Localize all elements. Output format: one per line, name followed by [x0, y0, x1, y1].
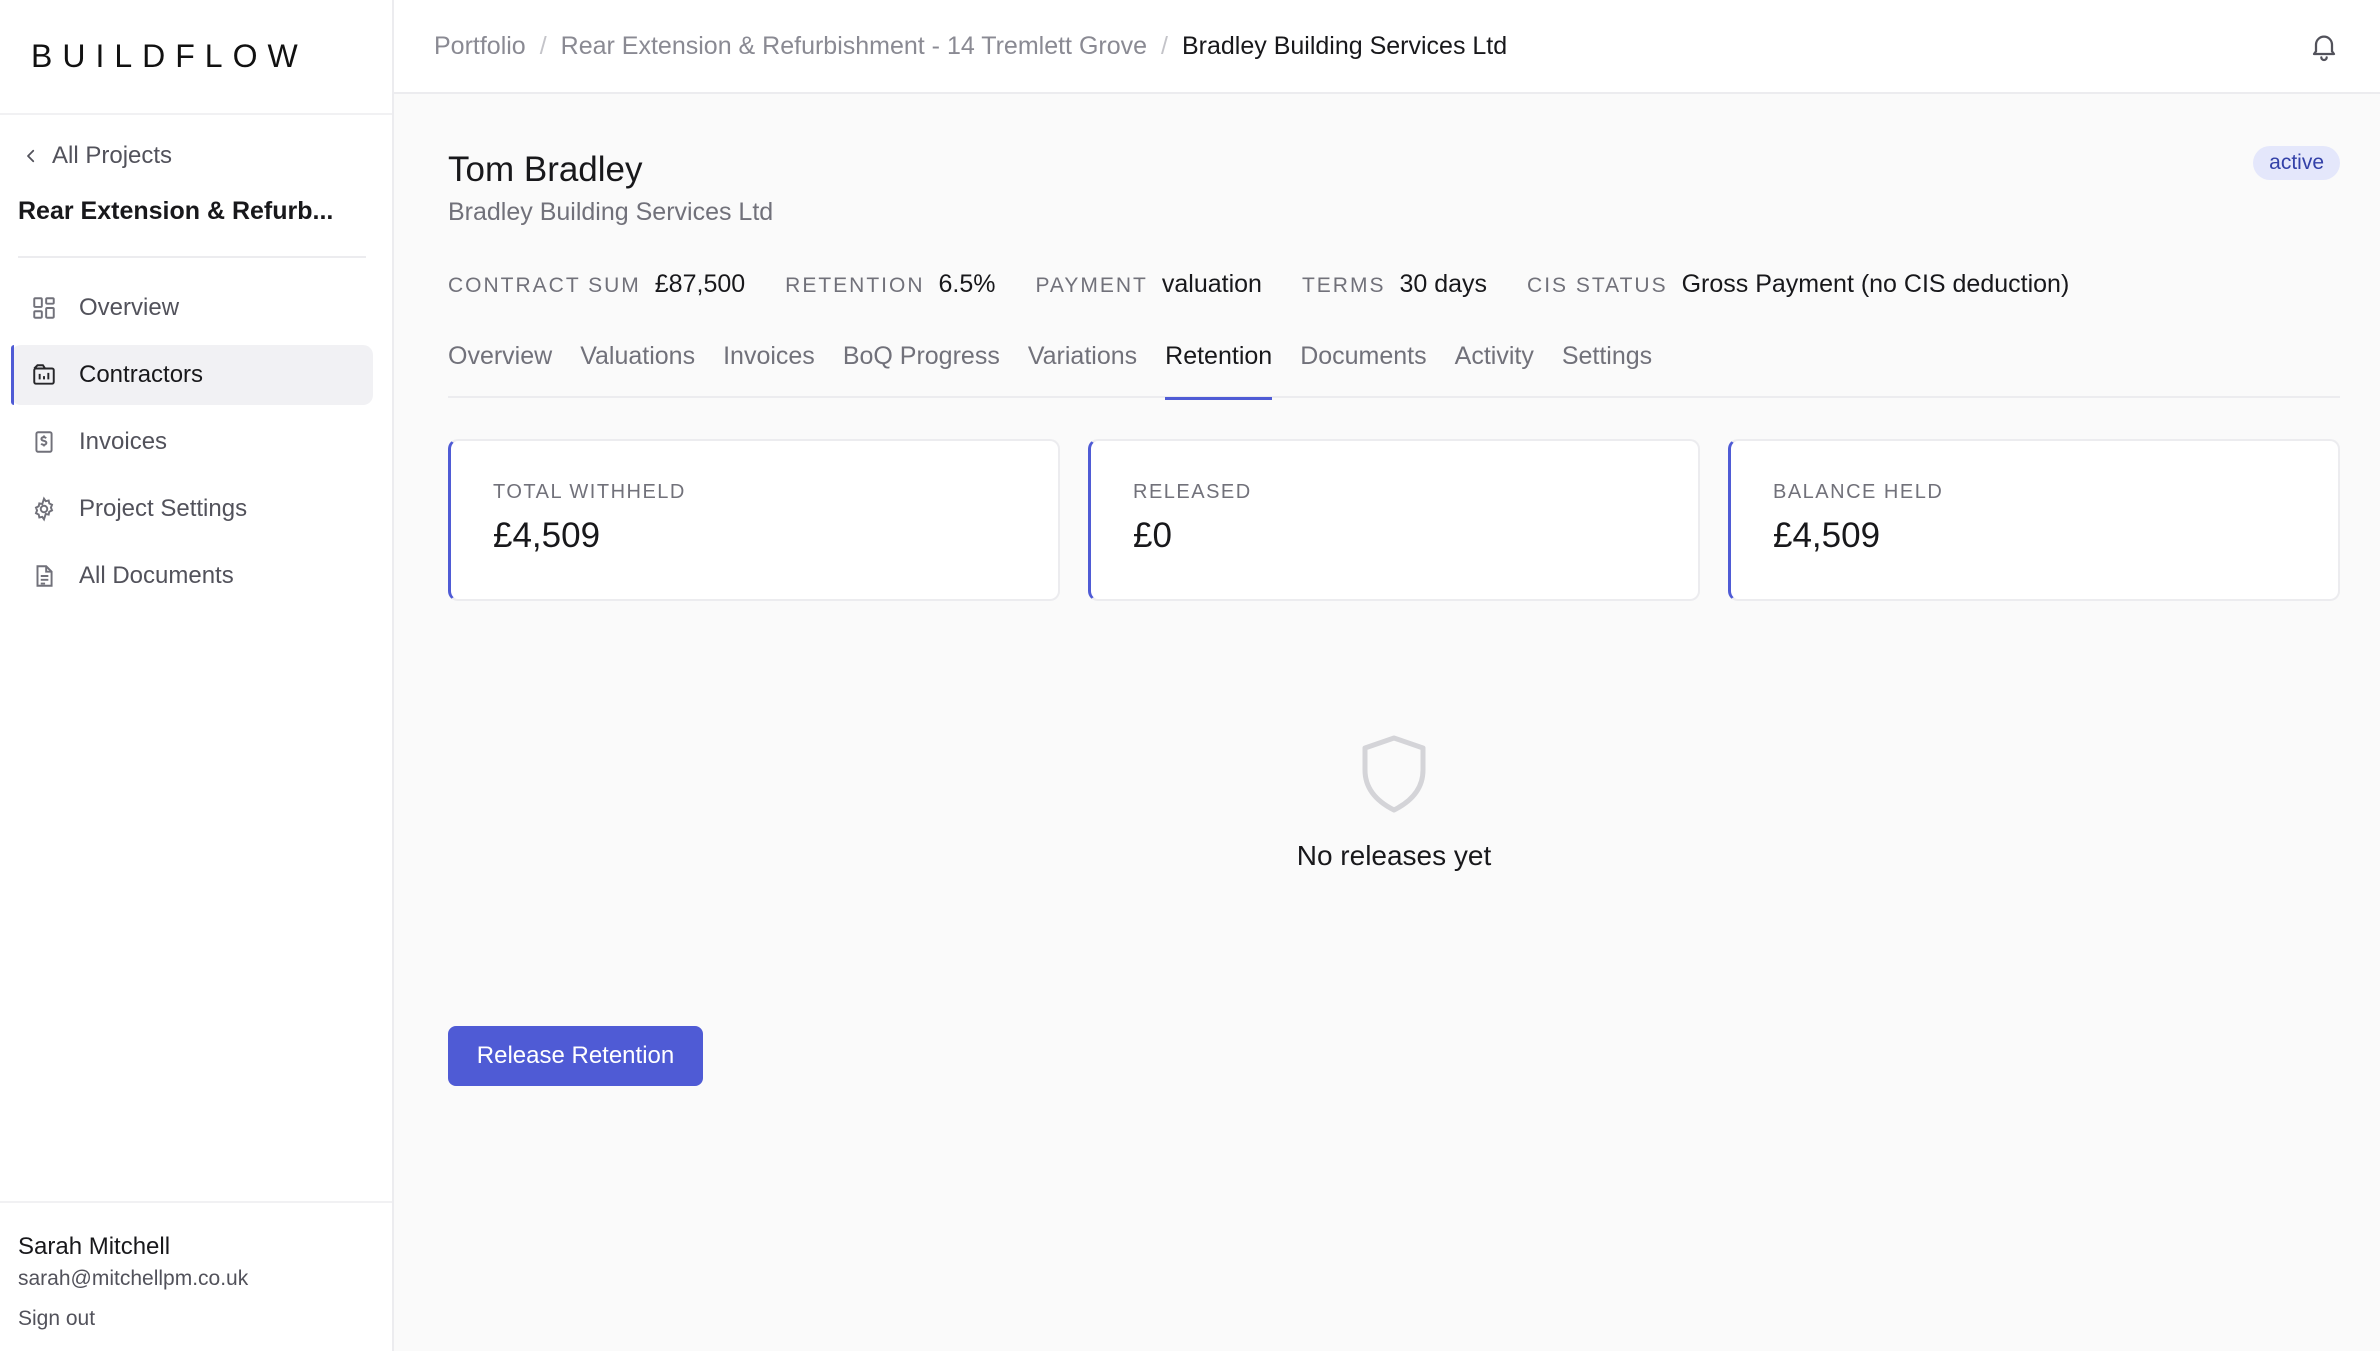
bell-icon[interactable] — [2308, 30, 2340, 62]
project-name: Rear Extension & Refurb... — [18, 197, 334, 225]
page-subtitle: Bradley Building Services Ltd — [448, 198, 774, 226]
meta-cis-status: CIS STATUS Gross Payment (no CIS deducti… — [1527, 270, 2069, 299]
contractor-tabs: Overview Valuations Invoices BoQ Progres… — [448, 342, 2340, 400]
sidebar-item-all-documents[interactable]: All Documents — [11, 546, 373, 606]
tab-activity[interactable]: Activity — [1455, 342, 1534, 398]
sidebar-item-label: All Documents — [79, 562, 234, 589]
tab-overview[interactable]: Overview — [448, 342, 552, 398]
card-value: £0 — [1133, 516, 1172, 555]
sidebar-item-project-settings[interactable]: Project Settings — [11, 479, 373, 539]
page-title: Tom Bradley — [448, 150, 643, 189]
retention-summary-cards: TOTAL WITHHELD £4,509 RELEASED £0 BALANC… — [448, 439, 2340, 601]
meta-value: 30 days — [1399, 270, 1488, 298]
card-released: RELEASED £0 — [1088, 439, 1700, 601]
status-badge: active — [2253, 146, 2340, 180]
meta-contract-sum: CONTRACT SUM £87,500 — [448, 270, 745, 299]
sidebar-item-label: Invoices — [79, 428, 168, 455]
grid-icon — [33, 297, 55, 319]
tab-valuations[interactable]: Valuations — [580, 342, 695, 398]
meta-retention: RETENTION 6.5% — [785, 270, 995, 299]
tab-retention[interactable]: Retention — [1165, 342, 1273, 400]
back-link-label: All Projects — [52, 142, 173, 169]
sign-out-link[interactable]: Sign out — [18, 1307, 95, 1331]
breadcrumb-contractor: Bradley Building Services Ltd — [1181, 31, 1508, 60]
meta-value: £87,500 — [654, 270, 746, 298]
document-icon — [36, 565, 53, 587]
sidebar-item-label: Overview — [79, 294, 180, 321]
breadcrumb-separator: / — [539, 31, 547, 60]
card-value: £4,509 — [1773, 516, 1881, 555]
contract-meta: CONTRACT SUM £87,500 RETENTION 6.5% PAYM… — [448, 270, 2109, 299]
meta-label: CIS STATUS — [1527, 274, 1668, 297]
empty-state: No releases yet — [448, 734, 2340, 872]
sidebar-divider — [18, 256, 366, 258]
card-label: BALANCE HELD — [1773, 481, 1944, 503]
shield-icon — [1362, 735, 1426, 813]
meta-label: RETENTION — [785, 274, 925, 297]
card-total-withheld: TOTAL WITHHELD £4,509 — [448, 439, 1060, 601]
release-retention-button[interactable]: Release Retention — [448, 1026, 703, 1086]
card-value: £4,509 — [493, 516, 601, 555]
sidebar-item-overview[interactable]: Overview — [11, 278, 373, 338]
card-balance-held: BALANCE HELD £4,509 — [1728, 439, 2340, 601]
breadcrumb-separator: / — [1161, 31, 1168, 60]
tab-invoices[interactable]: Invoices — [723, 342, 815, 398]
sidebar-item-contractors[interactable]: Contractors — [11, 345, 373, 405]
user-email: sarah@mitchellpm.co.uk — [18, 1267, 249, 1290]
tab-variations[interactable]: Variations — [1028, 342, 1137, 398]
contractors-icon — [33, 364, 55, 385]
gear-icon — [34, 496, 54, 522]
meta-terms: TERMS 30 days — [1302, 270, 1487, 299]
back-to-all-projects-link[interactable]: All Projects — [22, 142, 172, 170]
sidebar-item-invoices[interactable]: Invoices — [11, 412, 373, 472]
meta-value: valuation — [1161, 270, 1262, 298]
sidebar-item-label: Project Settings — [79, 495, 248, 522]
meta-label: CONTRACT SUM — [448, 274, 641, 297]
card-label: TOTAL WITHHELD — [493, 481, 686, 503]
card-label: RELEASED — [1133, 481, 1252, 503]
app-logo[interactable]: BUILDFLOW — [31, 38, 308, 75]
tab-boq-progress[interactable]: BoQ Progress — [843, 342, 1000, 398]
sidebar: BUILDFLOW All Projects Rear Extension & … — [0, 0, 394, 1351]
sidebar-nav: Overview Contractors Invoices Project Se… — [11, 278, 373, 613]
sidebar-item-label: Contractors — [79, 361, 204, 388]
breadcrumb-project[interactable]: Rear Extension & Refurbishment - 14 Trem… — [561, 32, 1147, 61]
logo-area: BUILDFLOW — [0, 0, 392, 115]
tab-documents[interactable]: Documents — [1300, 342, 1426, 398]
breadcrumb: Portfolio / Rear Extension & Refurbishme… — [434, 32, 1507, 61]
meta-label: TERMS — [1301, 274, 1386, 297]
chevron-left-icon — [27, 149, 35, 163]
user-name: Sarah Mitchell — [18, 1233, 171, 1260]
meta-label: PAYMENT — [1035, 274, 1148, 297]
tab-settings[interactable]: Settings — [1562, 342, 1652, 398]
meta-value: 6.5% — [938, 270, 996, 298]
meta-value: Gross Payment (no CIS deduction) — [1681, 270, 2070, 298]
top-bar: Portfolio / Rear Extension & Refurbishme… — [394, 0, 2380, 94]
user-block: Sarah Mitchell sarah@mitchellpm.co.uk Si… — [0, 1201, 392, 1331]
invoice-icon — [35, 431, 53, 453]
empty-state-text: No releases yet — [1296, 840, 1492, 871]
breadcrumb-portfolio[interactable]: Portfolio — [434, 32, 526, 61]
meta-payment: PAYMENT valuation — [1035, 270, 1261, 299]
